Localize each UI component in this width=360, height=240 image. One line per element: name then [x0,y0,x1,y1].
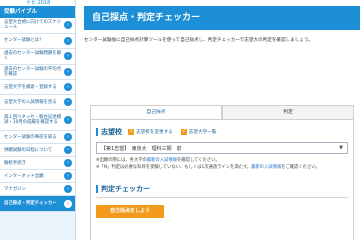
judgment-panel: 志望校 1 志望校を変更する 2 志望大学一覧 【第1志望】 東京大 理科三類 前 … [90,119,354,240]
sidebar-item-label: 併願試験の日程について [4,147,53,153]
sidebar-item-internet-apply[interactable]: インターネット出願 › [0,170,75,184]
sidebar-item-label: 第１回ベネッセ・駿台記述模試・10月の成績を確認する [4,115,62,126]
note-2-suffix: をご確認ください。 [281,164,320,170]
step-number-icon: 2 [180,129,187,135]
sidebar-item-self-scoring[interactable]: 自己採点・判定チェッカー › [0,196,75,213]
sidebar-item-label: センター試験の事前を知る [4,134,57,140]
intro-text: センター試験後に自己採点計算ツールを使って自己採点し、判定チェッカーで志望大の判… [84,38,313,43]
chevron-right-icon: › [64,146,72,155]
step-label: 志望校を変更する [136,130,173,135]
chevron-right-icon: › [64,68,72,77]
sidebar-item-label: マナガジン [4,186,26,192]
sidebar-item-schedule-combined[interactable]: 併願試験の日程について › [0,144,75,158]
chevron-right-icon: › [64,98,72,107]
note-2: ※「N」判定は必要な科目を受験していない、もしくは1次通過ラインを満たす。最新の… [96,165,348,172]
shibo-list-link[interactable]: 2 志望大学一覧 [180,129,217,135]
sidebar-item-procedures[interactable]: 験校手続き › [0,157,75,171]
admission-info-link[interactable]: 最新の入試情報 [147,158,177,163]
note-2-prefix: ※「N」判定は必要な科目を受験していない、もしくは1次通過ラインを満たす。 [96,164,252,170]
sidebar-item-past-problems[interactable]: 過去のセンター試験問題を解く › [0,48,75,65]
sidebar-item-label: インターネット出願 [4,173,44,179]
step-number-icon: 1 [128,129,134,135]
shibo-heading: 志望校 [96,128,122,136]
chevron-right-icon: › [64,21,72,30]
shibo-row: 志望校 1 志望校を変更する 2 志望大学一覧 [96,127,348,137]
sidebar-item-admission-info[interactable]: 志望大学の入試情報を見る › [0,95,75,111]
chevron-right-icon: › [64,172,72,181]
sidebar-item-center-prep[interactable]: センター試験の事前を知る › [0,131,75,145]
sidebar-list: 志望大合格に向けてのスケジュール › センター試験とは？ › 過去のセンター試験問題… [0,18,75,213]
sidebar-item-label: 志望大学を検索・登録する [4,84,57,90]
sidebar-item-label: 過去のセンター試験の平均点を確認 [4,66,62,78]
sidebar-header: 受験パイブル [0,6,75,18]
shibo-select[interactable]: 【第1志望】 東京大 理科三類 前 ▼ [96,142,348,154]
sidebar-item-mock-results[interactable]: 第１回ベネッセ・駿台記述模試・10月の成績を確認する › [0,110,75,132]
sidebar: ナビ 2018 受験パイブル 志望大合格に向けてのスケジュール › センター試験と… [0,0,76,240]
start-scoring-button[interactable]: 自己採点をしよう [96,205,164,218]
chevron-right-icon: › [64,159,72,168]
sidebar-item-magazine[interactable]: マナガジン › [0,183,75,197]
chevron-right-icon: › [64,116,72,125]
tab-self-scoring[interactable]: 自己採点 [90,105,222,119]
sidebar-item-center-exam[interactable]: センター試験とは？ › [0,33,75,49]
page-title: 自己採点・判定チェッカー [84,6,360,30]
chevron-right-icon: › [64,185,72,194]
shibo-select-value: 【第1志望】 東京大 理科三類 前 [101,145,182,152]
sidebar-item-label: 志望大合格に向けてのスケジュール [4,20,62,31]
admission-info-link-2[interactable]: 最新の入試情報 [251,165,281,170]
change-shibo-link[interactable]: 1 志望校を変更する [128,129,173,135]
divider [96,197,348,198]
note-1-suffix: を確認してください。 [176,158,220,163]
sidebar-item-label: センター試験とは？ [4,38,44,44]
tab-bar: 自己採点 判定 [90,105,354,119]
sidebar-item-label: 過去のセンター試験問題を解く [4,50,62,62]
main-content: 自己採点・判定チェッカー センター試験後に自己採点計算ツールを使って自己採点し、… [84,0,360,240]
sidebar-item-search-register[interactable]: 志望大学を検索・登録する › [0,80,75,96]
note-1-prefix: ※出願の際には、各大学の [96,158,147,163]
checker-heading: 判定チェッカー [96,185,348,193]
step-label: 志望大学一覧 [188,130,217,135]
chevron-right-icon: › [64,133,72,142]
chevron-right-icon: › [64,83,72,92]
sidebar-item-past-averages[interactable]: 過去のセンター試験の平均点を確認 › [0,64,75,81]
tab-judgment[interactable]: 判定 [222,105,354,119]
sidebar-item-label: 験校手続き [4,160,26,166]
chevron-down-icon: ▼ [339,145,343,151]
sidebar-item-schedule[interactable]: 志望大合格に向けてのスケジュール › [0,18,75,34]
sidebar-item-label: 自己採点・判定チェッカー [4,201,57,207]
chevron-right-icon: › [64,52,72,61]
chevron-right-icon: › [64,199,72,208]
sidebar-item-label: 志望大学の入試情報を見る [4,99,57,105]
chevron-right-icon: › [64,36,72,45]
